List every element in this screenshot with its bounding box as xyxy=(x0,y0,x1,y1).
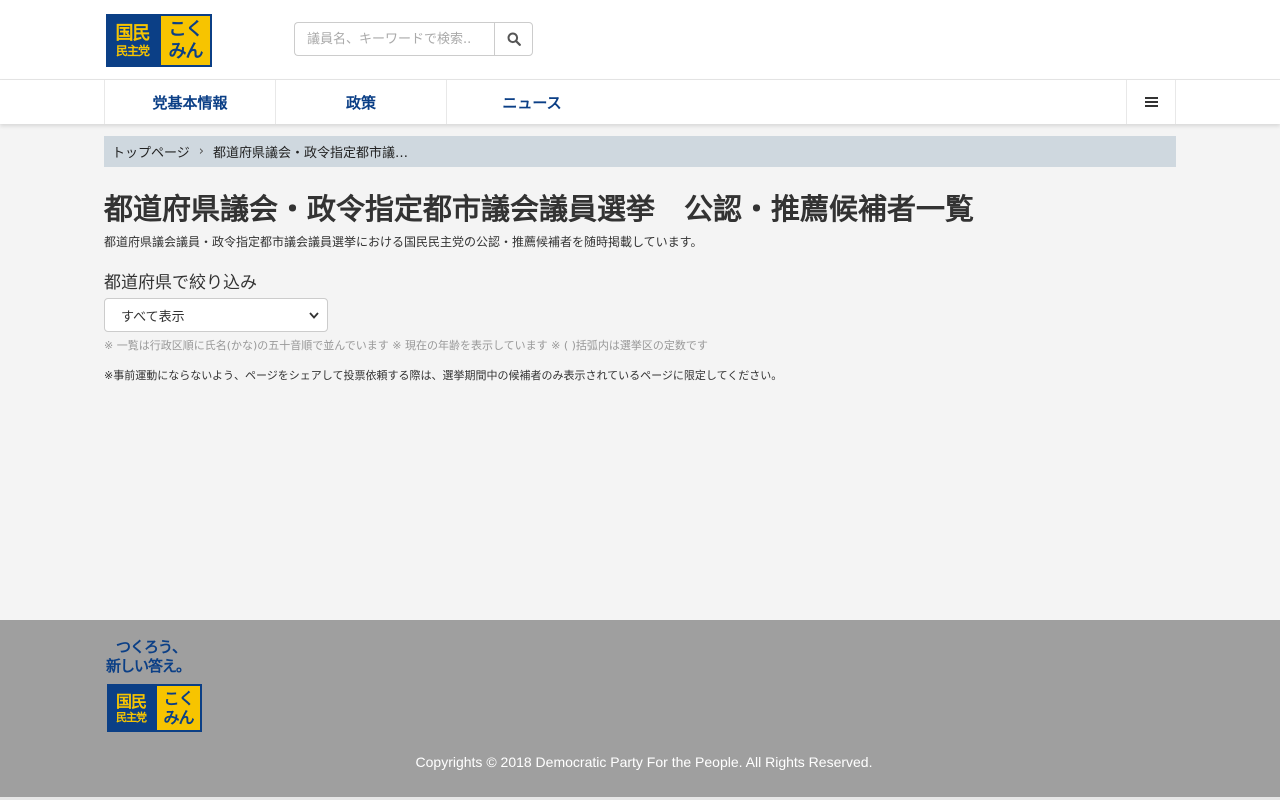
breadcrumb-home-link[interactable]: トップページ xyxy=(112,142,190,161)
logo-kanji-bottom: 民主党 xyxy=(115,43,150,58)
logo-kanji-top: 国民 xyxy=(115,22,151,44)
footer-logo-kanji: 国民 民主党 xyxy=(107,684,155,732)
site-header: 国民 民主党 こく みん xyxy=(0,0,1280,80)
nav-item-label: 政策 xyxy=(345,93,376,112)
hamburger-icon xyxy=(1144,97,1158,107)
list-notes: ※ 一覧は行政区順に氏名(かな)の五十音順で並んでいます ※ 現在の年齢を表示し… xyxy=(104,339,708,352)
menu-toggle-button[interactable] xyxy=(1126,80,1176,124)
nav-item-policy[interactable]: 政策 xyxy=(275,80,446,124)
filter-label: 都道府県で絞り込み xyxy=(104,273,257,293)
logo-kanji: 国民 民主党 xyxy=(106,14,159,67)
nav-item-label: 党基本情報 xyxy=(152,93,228,112)
breadcrumb-separator: › xyxy=(198,144,204,159)
footer-logo-kana-top: こく xyxy=(163,689,194,708)
nav-item-label: ニュース xyxy=(502,93,562,112)
logo-kana: こく みん xyxy=(159,14,212,67)
site-footer: つくろう、 新しい答え。 国民 民主党 こく みん Copyrights © 2… xyxy=(0,620,1280,797)
footer-logo[interactable]: つくろう、 新しい答え。 国民 民主党 こく みん xyxy=(106,638,206,734)
footer-logo-kana: こく みん xyxy=(155,684,202,732)
footer-logo-mark: 国民 民主党 こく みん xyxy=(107,684,202,732)
nav-item-news[interactable]: ニュース xyxy=(446,80,617,124)
copyright-text: Copyrights © 2018 Democratic Party For t… xyxy=(415,754,873,770)
nav-inner: 党基本情報 政策 ニュース xyxy=(104,80,1176,124)
search-icon xyxy=(507,32,521,46)
search-input[interactable] xyxy=(294,22,494,56)
footer-tagline-2: 新しい答え。 xyxy=(106,657,191,675)
search-button[interactable] xyxy=(494,22,533,56)
footer-tagline-1: つくろう、 xyxy=(116,638,187,656)
logo-kana-bottom: みん xyxy=(168,40,204,62)
prefecture-select-value: すべて表示 xyxy=(121,309,185,325)
party-logo[interactable]: 国民 民主党 こく みん xyxy=(106,14,212,67)
main-nav: 党基本情報 政策 ニュース xyxy=(0,80,1280,124)
prefecture-select[interactable]: すべて表示 xyxy=(104,298,328,332)
search-box xyxy=(294,22,533,56)
footer-logo-kana-bottom: みん xyxy=(163,708,194,727)
chevron-down-icon xyxy=(309,311,319,319)
page-title: 都道府県議会・政令指定都市議会議員選挙 公認・推薦候補者一覧 xyxy=(104,192,975,226)
breadcrumb: トップページ › 都道府県議会・政令指定都市議… xyxy=(104,136,1176,167)
page-lead: 都道府県議会議員・政令指定都市議会議員選挙における国民民主党の公認・推薦候補者を… xyxy=(104,235,703,249)
breadcrumb-current: 都道府県議会・政令指定都市議… xyxy=(212,146,408,161)
footer-logo-kanji-bottom: 民主党 xyxy=(116,710,147,724)
nav-item-party-info[interactable]: 党基本情報 xyxy=(104,80,275,124)
footer-logo-kanji-top: 国民 xyxy=(115,691,147,711)
sharing-note: ※事前運動にならないよう、ページをシェアして投票依頼する際は、選挙期間中の候補者… xyxy=(104,369,783,382)
logo-kana-top: こく xyxy=(168,18,204,40)
